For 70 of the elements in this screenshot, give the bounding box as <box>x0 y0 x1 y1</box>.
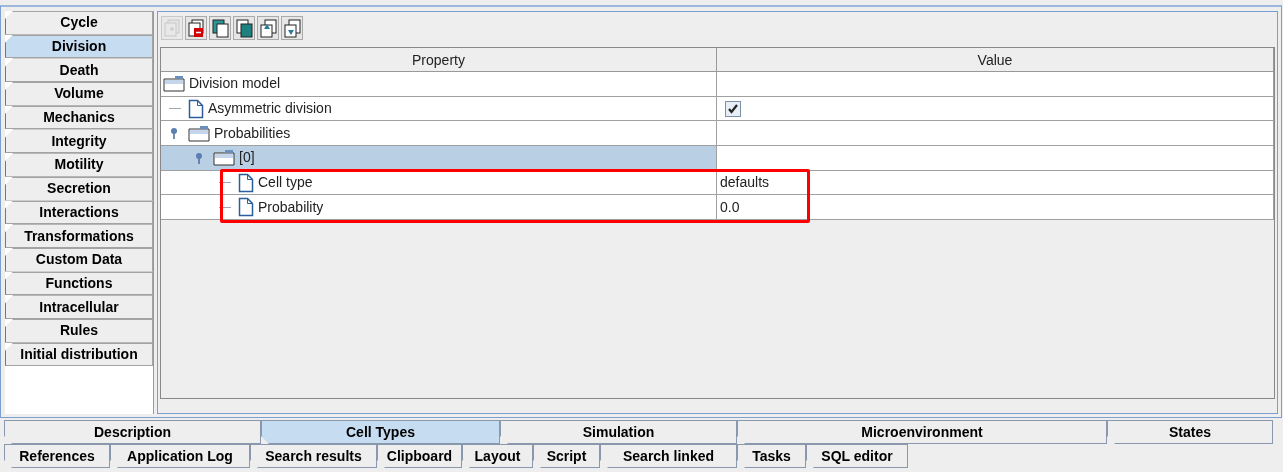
toolbar-button[interactable] <box>233 16 255 40</box>
property-cell[interactable]: Probability <box>161 195 717 221</box>
bottom-tab[interactable]: Layout <box>462 444 533 468</box>
side-tab[interactable]: Initial distribution <box>5 342 153 367</box>
side-tab[interactable]: Integrity <box>5 129 153 154</box>
folder-icon <box>163 75 185 93</box>
bottom-tab[interactable]: States <box>1107 420 1273 444</box>
checkbox[interactable] <box>725 100 741 117</box>
tree-node-label[interactable]: Division model <box>189 73 281 95</box>
value-cell[interactable]: 0.0 <box>717 195 1274 221</box>
pages-plus-icon <box>162 18 182 38</box>
property-cell[interactable]: Cell type <box>161 170 717 196</box>
value-cell[interactable] <box>717 72 1274 97</box>
bottom-tab[interactable]: SQL editor <box>806 444 908 468</box>
value-cell[interactable]: defaults <box>717 170 1274 196</box>
document-icon <box>238 197 254 218</box>
side-tab[interactable]: Transformations <box>5 224 153 248</box>
side-tab[interactable]: Motility <box>5 153 153 177</box>
stacked-pages-icon <box>234 18 254 38</box>
toolbar-button[interactable] <box>281 16 303 40</box>
column-header[interactable]: Value <box>717 48 1274 72</box>
pages-minus-icon <box>186 18 206 38</box>
bottom-tab[interactable]: Script <box>533 444 600 468</box>
stacked-pages-icon <box>210 18 230 38</box>
value-cell[interactable] <box>717 121 1274 147</box>
property-cell[interactable]: [0] <box>161 146 717 171</box>
bottom-tab[interactable]: Microenvironment <box>737 420 1107 444</box>
column-header[interactable]: Property <box>161 48 717 72</box>
side-tab[interactable]: Death <box>5 58 153 83</box>
tree-node-label[interactable]: Cell type <box>258 172 313 194</box>
side-tab[interactable]: Custom Data <box>5 247 153 272</box>
bottom-tab[interactable]: Search results <box>250 444 377 468</box>
bottom-tab[interactable]: Search linked <box>600 444 737 468</box>
side-tab[interactable]: Division <box>5 34 153 59</box>
property-cell[interactable]: Asymmetric division <box>161 96 717 122</box>
tree-node-label[interactable]: Probability <box>258 196 324 218</box>
toolbar-button[interactable] <box>209 16 231 40</box>
toolbar-button[interactable] <box>257 16 279 40</box>
side-tab[interactable]: Secretion <box>5 176 153 201</box>
page-up-arrow-icon <box>258 18 278 38</box>
tree-line <box>169 108 181 110</box>
document-icon <box>188 98 204 119</box>
bottom-tab[interactable]: Description <box>4 420 261 444</box>
value-cell[interactable] <box>717 146 1274 171</box>
tree-node-label[interactable]: [0] <box>239 147 255 169</box>
tree-line <box>219 182 231 184</box>
side-tab[interactable]: Intracellular <box>5 295 153 319</box>
bottom-tab[interactable]: Cell Types <box>261 420 500 444</box>
side-tab[interactable]: Mechanics <box>5 105 153 130</box>
tree-line <box>219 206 231 208</box>
side-tab[interactable]: Interactions <box>5 200 153 225</box>
side-tab[interactable]: Functions <box>5 271 153 296</box>
property-cell[interactable]: Division model <box>161 72 717 97</box>
bottom-tab[interactable]: Clipboard <box>377 444 462 468</box>
side-tab[interactable]: Rules <box>5 318 153 343</box>
toolbar-button[interactable] <box>185 16 207 40</box>
folder-icon <box>188 124 210 142</box>
bottom-tab[interactable]: References <box>4 444 110 468</box>
bottom-tab[interactable]: Application Log <box>110 444 250 468</box>
document-icon <box>238 172 254 193</box>
bottom-tab[interactable]: Simulation <box>500 420 737 444</box>
side-tab[interactable]: Cycle <box>5 11 153 35</box>
side-tab[interactable]: Volume <box>5 82 153 106</box>
folder-icon <box>213 149 235 167</box>
property-cell[interactable]: Probabilities <box>161 121 717 147</box>
value-cell[interactable] <box>717 96 1274 122</box>
page-down-arrow-icon <box>282 18 302 38</box>
tree-node-label[interactable]: Probabilities <box>214 122 291 144</box>
tree-node-label[interactable]: Asymmetric division <box>208 98 332 120</box>
bottom-tab[interactable]: Tasks <box>737 444 806 468</box>
